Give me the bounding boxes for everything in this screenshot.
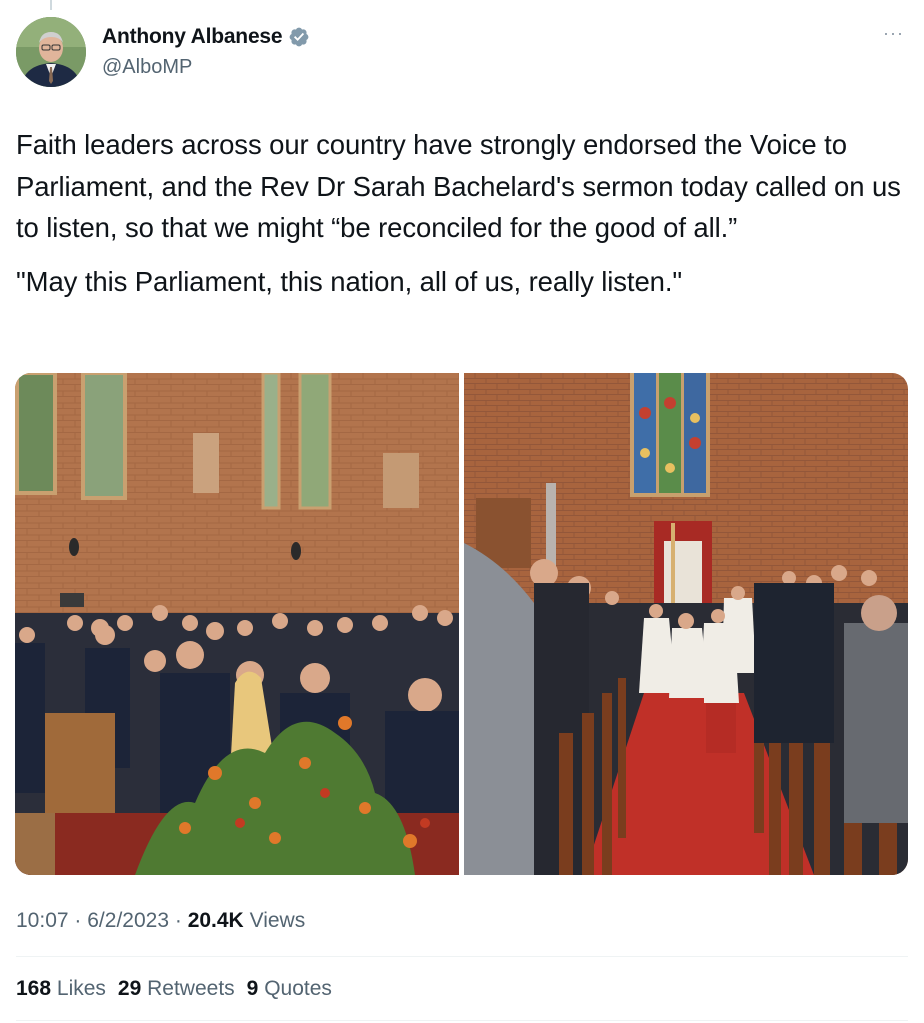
tweet-date[interactable]: 6/2/2023 [87, 909, 169, 932]
tweet-time[interactable]: 10:07 [16, 909, 69, 932]
tweet-media [15, 373, 908, 875]
tweet-paragraph-1: Faith leaders across our country have st… [16, 129, 901, 243]
tweet-text: Faith leaders across our country have st… [16, 124, 916, 302]
likes-label: Likes [56, 977, 106, 1000]
meta-separator: · [74, 909, 82, 932]
quotes-stat[interactable]: 9 Quotes [247, 977, 332, 1001]
more-options-icon[interactable]: ··· [883, 24, 904, 42]
divider [16, 956, 908, 957]
church-procession-photo[interactable] [464, 373, 908, 875]
divider [16, 1020, 908, 1021]
tweet-meta: 10:07 · 6/2/2023 · 20.4K Views [16, 909, 305, 933]
church-congregation-photo[interactable] [15, 373, 459, 875]
tweet-paragraph-2: "May this Parliament, this nation, all o… [16, 265, 683, 297]
retweets-stat[interactable]: 29 Retweets [118, 977, 235, 1001]
thread-connector-line [50, 0, 52, 10]
meta-separator: · [174, 909, 182, 932]
retweets-count: 29 [117, 977, 142, 1000]
author-handle[interactable]: @AlboMP [102, 56, 192, 79]
avatar[interactable] [16, 17, 86, 87]
likes-count: 168 [16, 977, 52, 1000]
verified-badge-icon [288, 26, 310, 48]
profile-photo-icon [16, 17, 86, 87]
views-count: 20.4K [187, 909, 244, 932]
likes-stat[interactable]: 168 Likes [16, 977, 106, 1001]
quotes-label: Quotes [264, 977, 332, 1000]
author-name-row[interactable]: Anthony Albanese [102, 25, 310, 49]
quotes-count: 9 [246, 977, 259, 1000]
engagement-stats: 168 Likes 29 Retweets 9 Quotes [16, 977, 332, 1001]
views-label: Views [249, 909, 306, 932]
author-display-name[interactable]: Anthony Albanese [102, 25, 283, 49]
retweets-label: Retweets [147, 977, 235, 1000]
